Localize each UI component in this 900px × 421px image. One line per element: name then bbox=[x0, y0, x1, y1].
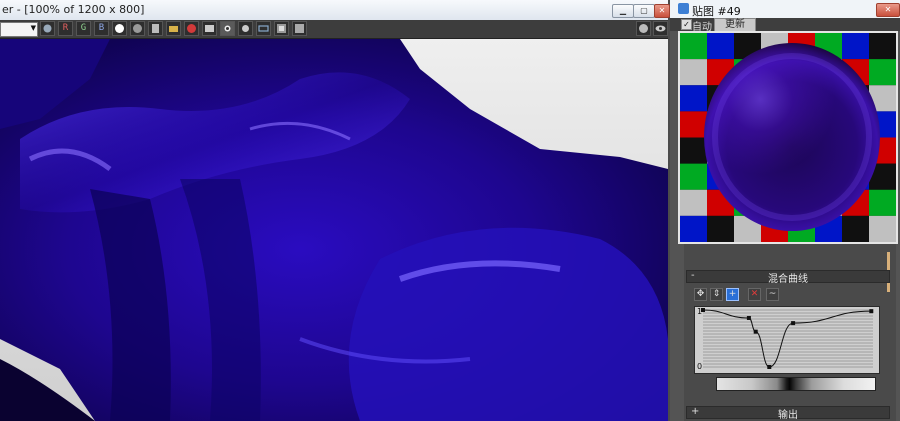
checker-tile bbox=[842, 215, 869, 242]
map-controls-bar: ✓ 自动 更新 bbox=[670, 18, 900, 33]
curve-control-point[interactable] bbox=[701, 308, 705, 312]
rollout-panel: - 混合曲线 ✥ ⇕ + ✕ ~ 1 0 + 输出 bbox=[684, 244, 896, 421]
checker-tile bbox=[680, 111, 707, 138]
curve-control-point[interactable] bbox=[746, 315, 751, 320]
minimize-button[interactable]: ▁ bbox=[612, 4, 634, 18]
render-viewport[interactable] bbox=[0, 39, 668, 421]
eye-icon[interactable] bbox=[653, 21, 668, 36]
green-channel-button[interactable]: G bbox=[76, 21, 91, 36]
render-settings-icon[interactable] bbox=[220, 21, 235, 36]
map-window-titlebar[interactable]: 贴图 #49 ✕ bbox=[670, 0, 900, 19]
environment-icon[interactable] bbox=[238, 21, 253, 36]
move-point-icon[interactable]: ✥ bbox=[694, 288, 707, 301]
curve-control-point[interactable] bbox=[791, 321, 796, 326]
render-window-titlebar[interactable]: er - [100% of 1200 x 800] ▁ ▢ ✕ bbox=[0, 0, 670, 21]
map-close-button[interactable]: ✕ bbox=[876, 3, 900, 17]
curve-control-point[interactable] bbox=[869, 309, 874, 314]
checker-tile bbox=[680, 85, 707, 112]
layers-icon[interactable] bbox=[292, 21, 307, 36]
mix-curve-title: 混合曲线 bbox=[768, 274, 808, 285]
alpha-white-icon[interactable] bbox=[112, 21, 127, 36]
render-window-title: er - [100% of 1200 x 800] bbox=[2, 3, 145, 16]
close-button[interactable]: ✕ bbox=[654, 4, 670, 18]
curve-plot bbox=[701, 308, 874, 369]
reset-curve-icon[interactable]: ~ bbox=[766, 288, 779, 301]
curve-toolbar: ✥ ⇕ + ✕ ~ bbox=[694, 288, 884, 302]
info-icon[interactable] bbox=[636, 21, 651, 36]
delete-point-icon[interactable]: ✕ bbox=[748, 288, 761, 301]
rendered-frame-window: er - [100% of 1200 x 800] ▁ ▢ ✕ ▼ R G B bbox=[0, 0, 670, 421]
map-editor-panel: 贴图 #49 ✕ ✓ 自动 更新 - 混合曲线 ✥ ⇕ + ✕ ~ 1 0 + … bbox=[670, 0, 900, 421]
checker-tile bbox=[680, 59, 707, 86]
curve-gradient-preview bbox=[716, 377, 876, 391]
channel-display-icon[interactable] bbox=[40, 21, 55, 36]
insert-point-icon[interactable]: + bbox=[726, 288, 739, 301]
checker-tile bbox=[680, 163, 707, 190]
checker-tile bbox=[869, 59, 896, 86]
material-preview bbox=[678, 31, 898, 244]
checker-tile bbox=[680, 33, 707, 60]
mix-curve-rollout-header[interactable]: - 混合曲线 bbox=[686, 270, 890, 285]
print-icon[interactable] bbox=[202, 21, 217, 36]
checker-tile bbox=[680, 137, 707, 164]
update-button[interactable]: 更新 bbox=[714, 18, 756, 32]
checker-tile bbox=[869, 189, 896, 216]
frame-buffer-icon[interactable] bbox=[274, 21, 289, 36]
curve-control-point[interactable] bbox=[767, 365, 772, 369]
preview-sphere bbox=[704, 43, 880, 231]
auto-update-checkbox[interactable]: ✓ bbox=[681, 19, 692, 30]
curve-control-point[interactable] bbox=[753, 329, 758, 334]
checker-tile bbox=[869, 215, 896, 242]
checker-tile bbox=[707, 33, 734, 60]
save-image-icon[interactable] bbox=[166, 21, 181, 36]
viewport-display-icon[interactable] bbox=[256, 21, 271, 36]
output-rollout-header[interactable]: + 输出 bbox=[686, 406, 890, 421]
blue-channel-button[interactable]: B bbox=[94, 21, 109, 36]
checker-tile bbox=[707, 215, 734, 242]
curve-line bbox=[702, 309, 872, 368]
checker-tile bbox=[680, 215, 707, 242]
rendered-silk-bedding-image bbox=[0, 39, 668, 421]
restore-button[interactable]: ▢ bbox=[633, 4, 655, 18]
output-title: 输出 bbox=[778, 410, 798, 421]
map-window-title: 贴图 #49 bbox=[692, 5, 741, 18]
channel-dropdown[interactable]: ▼ bbox=[0, 22, 38, 37]
stop-icon[interactable] bbox=[184, 21, 199, 36]
monochrome-icon[interactable] bbox=[130, 21, 145, 36]
render-toolbar: ▼ R G B bbox=[0, 20, 668, 39]
checker-tile bbox=[869, 33, 896, 60]
scale-point-icon[interactable]: ⇕ bbox=[710, 288, 723, 301]
mix-curve-graph[interactable]: 1 0 bbox=[694, 306, 880, 374]
clear-icon[interactable] bbox=[148, 21, 163, 36]
checker-tile bbox=[680, 189, 707, 216]
checker-tile bbox=[842, 33, 869, 60]
red-channel-button[interactable]: R bbox=[58, 21, 73, 36]
map-icon bbox=[678, 3, 689, 14]
